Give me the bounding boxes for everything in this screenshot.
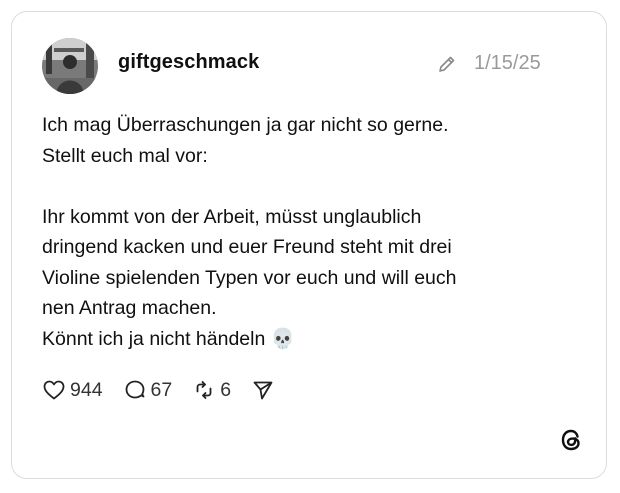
- reply-count: 67: [150, 378, 173, 401]
- threads-logo-icon[interactable]: [558, 427, 584, 453]
- reply-button[interactable]: 67: [123, 378, 173, 402]
- send-icon: [251, 378, 275, 402]
- heart-icon: [42, 378, 66, 402]
- avatar[interactable]: [42, 38, 98, 94]
- repost-count: 6: [220, 378, 232, 401]
- username[interactable]: giftgeschmack: [118, 51, 259, 74]
- speech-bubble-icon: [123, 378, 147, 402]
- repost-icon: [192, 378, 216, 402]
- like-count: 944: [70, 378, 103, 401]
- post-date: 1/15/25: [474, 52, 541, 74]
- like-button[interactable]: 944: [42, 378, 103, 402]
- repost-button[interactable]: 6: [192, 378, 231, 402]
- share-button[interactable]: [251, 378, 275, 402]
- action-bar: 944 67 6: [42, 377, 295, 403]
- pencil-icon: [437, 54, 457, 74]
- post-card: giftgeschmack 1/15/25 Ich mag Überraschu…: [11, 11, 607, 479]
- post-text: Ich mag Überraschungen ja gar nicht so g…: [42, 114, 457, 350]
